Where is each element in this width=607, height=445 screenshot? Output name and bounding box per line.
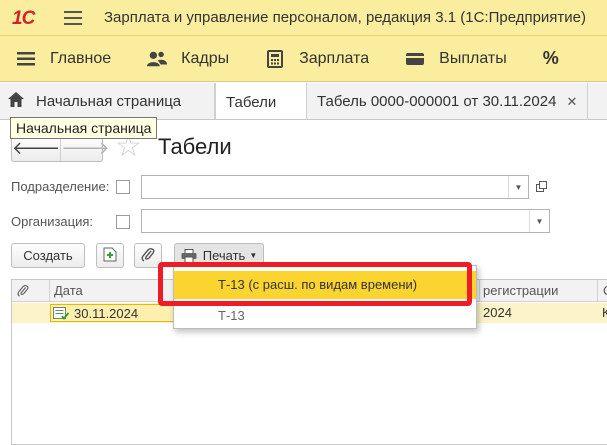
attachment-column-header[interactable] bbox=[12, 280, 50, 302]
extra-cell: К bbox=[602, 303, 607, 323]
registration-cell: 2024 bbox=[483, 305, 512, 320]
title-bar: 1С Зарплата и управление персоналом, ред… bbox=[0, 0, 607, 36]
app-title: Зарплата и управление персоналом, редакц… bbox=[104, 9, 587, 26]
menu-lines-icon bbox=[16, 50, 36, 68]
section-salary-label: Зарплата bbox=[299, 49, 370, 67]
menu-item-t13[interactable]: Т-13 bbox=[174, 302, 476, 330]
date-value: 30.11.2024 bbox=[74, 305, 139, 321]
print-button-label: Печать bbox=[202, 248, 246, 263]
navigation-buttons: 🡐 🡒 bbox=[11, 135, 110, 162]
calculator-icon bbox=[265, 49, 285, 68]
section-payments-label: Выплаты bbox=[439, 49, 507, 67]
posted-document-icon bbox=[53, 306, 69, 320]
forward-button[interactable]: 🡒 bbox=[60, 136, 110, 161]
division-field[interactable]: ▼ bbox=[141, 175, 529, 199]
section-main-label: Главное bbox=[50, 49, 112, 67]
logo-text: 1С bbox=[12, 7, 35, 29]
percent-icon: % bbox=[542, 48, 559, 68]
dropdown-arrow-icon[interactable]: ▼ bbox=[529, 210, 549, 232]
section-taxes[interactable]: % bbox=[543, 48, 559, 69]
division-label: Подразделение: bbox=[11, 179, 110, 194]
back-button[interactable]: 🡐 bbox=[12, 136, 60, 161]
section-salary[interactable]: Зарплата bbox=[265, 49, 370, 68]
open-icon[interactable] bbox=[532, 175, 550, 197]
registration-column-header[interactable]: регистрации bbox=[480, 280, 598, 302]
print-menu: Т-13 (с расш. по видам времени) Т-13 bbox=[173, 265, 477, 329]
organization-checkbox[interactable] bbox=[116, 215, 130, 229]
extra-column-header[interactable]: С bbox=[598, 280, 607, 302]
create-button[interactable]: Создать bbox=[11, 243, 85, 268]
create-button-label: Создать bbox=[23, 248, 73, 263]
division-checkbox[interactable] bbox=[116, 180, 130, 194]
wallet-icon bbox=[405, 50, 425, 68]
sections-panel: Главное Кадры Зарплата Выплаты % bbox=[0, 36, 607, 82]
arrow-left-icon: 🡐 bbox=[12, 138, 61, 158]
chevron-down-icon: ▼ bbox=[249, 251, 258, 260]
section-hr[interactable]: Кадры bbox=[147, 50, 229, 68]
section-main[interactable]: Главное bbox=[16, 50, 111, 68]
dropdown-arrow-icon[interactable]: ▼ bbox=[508, 176, 528, 198]
organization-label: Организация: bbox=[11, 214, 94, 229]
page-title: Табели bbox=[158, 134, 232, 159]
attachments-button[interactable] bbox=[134, 243, 162, 268]
tab-document-label: Табель 0000-000001 от 30.11.2024 bbox=[317, 93, 557, 110]
printer-icon bbox=[181, 248, 197, 263]
tooltip: Начальная страница bbox=[10, 117, 158, 139]
add-document-icon bbox=[103, 247, 117, 265]
section-hr-label: Кадры bbox=[181, 49, 230, 67]
1c-logo[interactable]: 1С bbox=[12, 7, 44, 29]
home-icon bbox=[8, 92, 24, 111]
tab-home-label: Начальная страница bbox=[36, 93, 182, 110]
tab-home[interactable]: Начальная страница bbox=[0, 83, 215, 119]
menu-item-t13-extended[interactable]: Т-13 (с расш. по видам времени) bbox=[174, 271, 476, 299]
section-payments[interactable]: Выплаты bbox=[405, 50, 507, 68]
close-icon[interactable]: ✕ bbox=[566, 94, 577, 110]
open-windows-tabs: Начальная страница Табели Табель 0000-00… bbox=[0, 83, 607, 120]
main-menu-icon[interactable] bbox=[64, 10, 82, 25]
paperclip-icon bbox=[17, 284, 29, 300]
arrow-right-icon: 🡒 bbox=[61, 138, 110, 158]
people-icon bbox=[147, 50, 168, 68]
tab-timesheets-label: Табели bbox=[226, 93, 277, 111]
create-based-on-button[interactable] bbox=[96, 243, 124, 268]
tab-timesheets[interactable]: Табели bbox=[215, 83, 307, 119]
date-cell[interactable]: 30.11.2024 bbox=[50, 304, 175, 322]
organization-field[interactable]: ▼ bbox=[141, 209, 550, 233]
paperclip-icon bbox=[141, 247, 155, 265]
tab-timesheet-document[interactable]: Табель 0000-000001 от 30.11.2024 ✕ bbox=[307, 83, 589, 119]
